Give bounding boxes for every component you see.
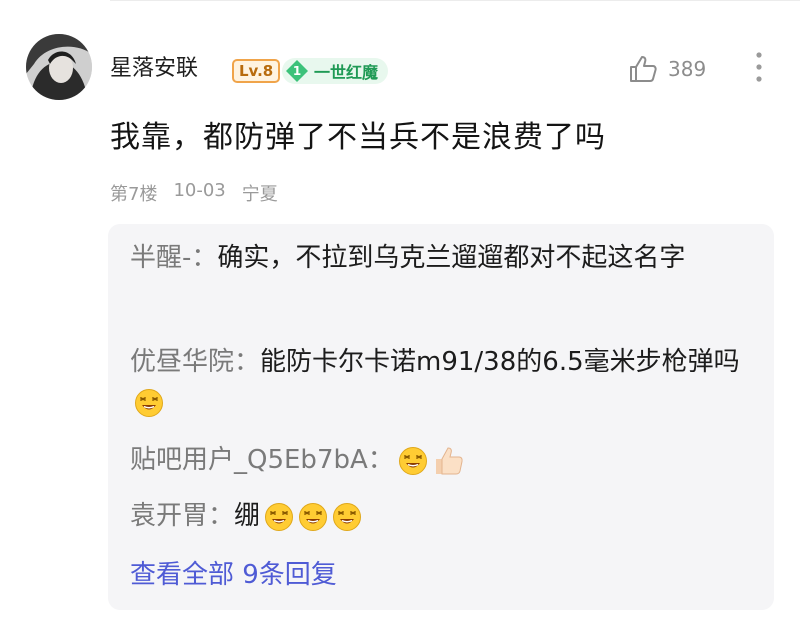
avatar[interactable] — [26, 34, 92, 100]
level-badge: Lv.8 — [232, 59, 281, 83]
floor-number: 第7楼 — [110, 184, 158, 205]
title-badge: 1 一世红魔 — [282, 58, 389, 84]
reply-item[interactable]: 袁开胃：绷 — [130, 496, 760, 536]
comment-meta: 第7楼 10-03 宁夏 — [110, 180, 278, 206]
reply-username[interactable]: 袁开胃： — [130, 501, 234, 531]
reply-item[interactable]: 贴吧用户_Q5Eb7bA： — [130, 440, 760, 480]
reply-username[interactable]: 优昼华院： — [130, 347, 260, 377]
reply-item[interactable]: 优昼华院：能防卡尔卡诺m91/38的6.5毫米步枪弹吗 — [130, 342, 760, 422]
title-badge-text: 一世红魔 — [314, 63, 379, 82]
laughing-face-icon — [398, 446, 427, 475]
comment-date: 10-03 — [173, 180, 226, 201]
laughing-face-icon — [265, 502, 294, 531]
username[interactable]: 星落安联 — [110, 54, 198, 84]
like-count: 389 — [668, 57, 707, 81]
laughing-face-icon — [333, 502, 362, 531]
laughing-face-icon — [135, 388, 163, 417]
reply-text: 能防卡尔卡诺m91/38的6.5毫米步枪弹吗 — [260, 347, 740, 377]
top-divider — [110, 0, 800, 1]
like-button[interactable]: 389 — [628, 54, 706, 84]
thumbs-up-outline-icon — [630, 56, 657, 82]
thumbs-up-icon — [435, 446, 463, 474]
reply-text: 确实，不拉到乌克兰遛遛都对不起这名字 — [217, 243, 686, 273]
reply-panel[interactable]: 半醒-：确实，不拉到乌克兰遛遛都对不起这名字 优昼华院：能防卡尔卡诺m91/38… — [108, 224, 774, 610]
reply-username[interactable]: 贴吧用户_Q5Eb7bA： — [130, 445, 394, 475]
comment-location: 宁夏 — [241, 184, 278, 205]
reply-text: 绷 — [234, 501, 261, 531]
more-options-icon[interactable] — [752, 50, 766, 84]
title-badge-number: 1 — [286, 60, 308, 82]
reply-username[interactable]: 半醒-： — [130, 243, 217, 273]
view-all-replies-link[interactable]: 查看全部 9条回复 — [130, 554, 337, 591]
comment-text: 我靠，都防弹了不当兵不是浪费了吗 — [110, 120, 606, 155]
reply-item[interactable]: 半醒-：确实，不拉到乌克兰遛遛都对不起这名字 — [130, 238, 760, 278]
laughing-face-icon — [299, 502, 328, 531]
